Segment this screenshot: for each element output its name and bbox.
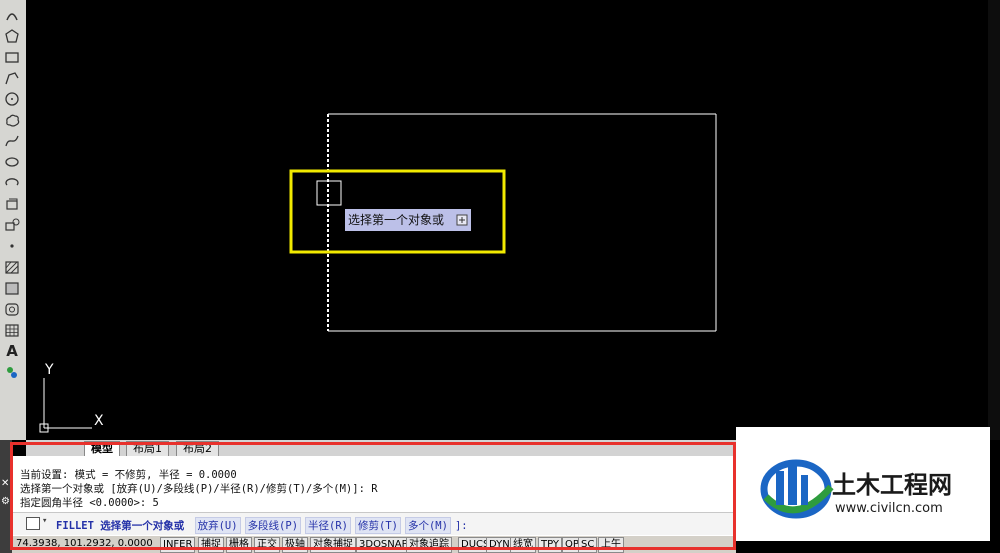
revision-cloud-icon[interactable] <box>2 111 22 129</box>
command-prompt[interactable]: FILLET 选择第一个对象或 放弃(U) 多段线(P) 半径(R) 修剪(T) 多个(… <box>56 517 468 534</box>
status-toggle[interactable]: 3DOSNAP <box>356 537 411 553</box>
ucs-x-label: X <box>94 413 104 429</box>
status-toggle[interactable]: 正交 <box>254 537 280 553</box>
tab-layout2[interactable]: 布局2 <box>176 441 219 456</box>
option-polyline[interactable]: 多段线(P) <box>244 517 302 534</box>
option-multiple[interactable]: 多个(M) <box>404 517 451 534</box>
status-toggle[interactable]: 对象捕捉 <box>310 537 356 553</box>
command-history-line: 指定圆角半径 <0.0000>: 5 <box>20 497 159 509</box>
polygon-icon[interactable] <box>2 27 22 45</box>
watermark-logo: 土木工程网 www.civilcn.com <box>736 427 990 541</box>
ellipse-arc-icon[interactable] <box>2 174 22 192</box>
ellipse-icon[interactable] <box>2 153 22 171</box>
polyline-icon[interactable] <box>2 69 22 87</box>
drawing-canvas[interactable]: 选择第一个对象或 Y X <box>26 0 1000 440</box>
command-prompt-text: FILLET 选择第一个对象或 <box>56 520 185 532</box>
status-toggle[interactable]: 极轴 <box>282 537 308 553</box>
logo-url-text: www.civilcn.com <box>835 501 943 516</box>
prompt-end: ]: <box>454 520 468 532</box>
circle-icon[interactable] <box>2 90 22 108</box>
logo-emblem-icon <box>760 459 834 519</box>
option-radius[interactable]: 半径(R) <box>305 517 351 534</box>
status-toggle[interactable]: 捕捉 <box>198 537 224 553</box>
command-window: 当前设置: 模式 = 不修剪, 半径 = 0.0000 选择第一个对象或 [放弃… <box>12 456 736 536</box>
option-trim[interactable]: 修剪(T) <box>355 517 401 534</box>
drawing-area[interactable]: 选择第一个对象或 Y X <box>26 0 1000 440</box>
right-scroll-strip <box>988 0 1000 440</box>
status-toggle[interactable]: 线宽 <box>510 537 536 553</box>
option-undo[interactable]: 放弃(U) <box>194 517 241 534</box>
status-toggle[interactable]: TPY <box>538 537 563 553</box>
add-selected-icon[interactable] <box>2 363 22 381</box>
table-icon[interactable] <box>2 321 22 339</box>
close-icon[interactable]: ✕ <box>1 478 9 489</box>
chevron-down-icon[interactable]: ▾ <box>42 516 47 526</box>
command-window-handle[interactable]: ✕ ⚙ <box>0 440 12 553</box>
command-history-line: 选择第一个对象或 [放弃(U)/多段线(P)/半径(R)/修剪(T)/多个(M)… <box>20 483 378 495</box>
status-toggle[interactable]: SC <box>578 537 598 553</box>
status-bar: 74.3938, 101.2932, 0.0000 INFER 捕捉 栅格 正交 极轴对… <box>12 536 736 553</box>
command-icon[interactable] <box>26 517 40 530</box>
status-toggle[interactable]: 栅格 <box>226 537 252 553</box>
coordinates-readout: 74.3938, 101.2932, 0.0000 <box>16 538 153 549</box>
status-toggle[interactable]: 对象追踪 <box>406 537 452 553</box>
spline-icon[interactable] <box>2 132 22 150</box>
logo-brand-text: 土木工程网 <box>832 471 952 499</box>
ucs-icon: Y X <box>39 362 104 433</box>
command-history-line: 当前设置: 模式 = 不修剪, 半径 = 0.0000 <box>20 469 237 481</box>
tab-model[interactable]: 模型 <box>84 441 120 456</box>
tooltip-text: 选择第一个对象或 <box>348 213 444 227</box>
multiline-text-icon[interactable]: A <box>2 342 22 360</box>
gradient-icon[interactable] <box>2 279 22 297</box>
hatch-icon[interactable] <box>2 258 22 276</box>
tab-layout1[interactable]: 布局1 <box>126 441 169 456</box>
status-toggle[interactable]: INFER <box>160 537 196 553</box>
point-icon[interactable] <box>2 237 22 255</box>
rectangle-icon[interactable] <box>2 48 22 66</box>
make-block-icon[interactable] <box>2 216 22 234</box>
arc-icon[interactable] <box>2 6 22 24</box>
insert-block-icon[interactable] <box>2 195 22 213</box>
ucs-y-label: Y <box>44 362 54 378</box>
status-toggle[interactable]: DYN <box>486 537 513 553</box>
wrench-icon[interactable]: ⚙ <box>1 496 10 507</box>
layout-tabs: 模型 布局1 布局2 <box>26 440 736 456</box>
status-toggle[interactable]: 上午 <box>598 537 624 553</box>
command-input-row[interactable]: ▾ FILLET 选择第一个对象或 放弃(U) 多段线(P) 半径(R) 修剪(T) 多… <box>12 512 736 535</box>
region-icon[interactable] <box>2 300 22 318</box>
draw-toolbar: A <box>0 0 27 440</box>
